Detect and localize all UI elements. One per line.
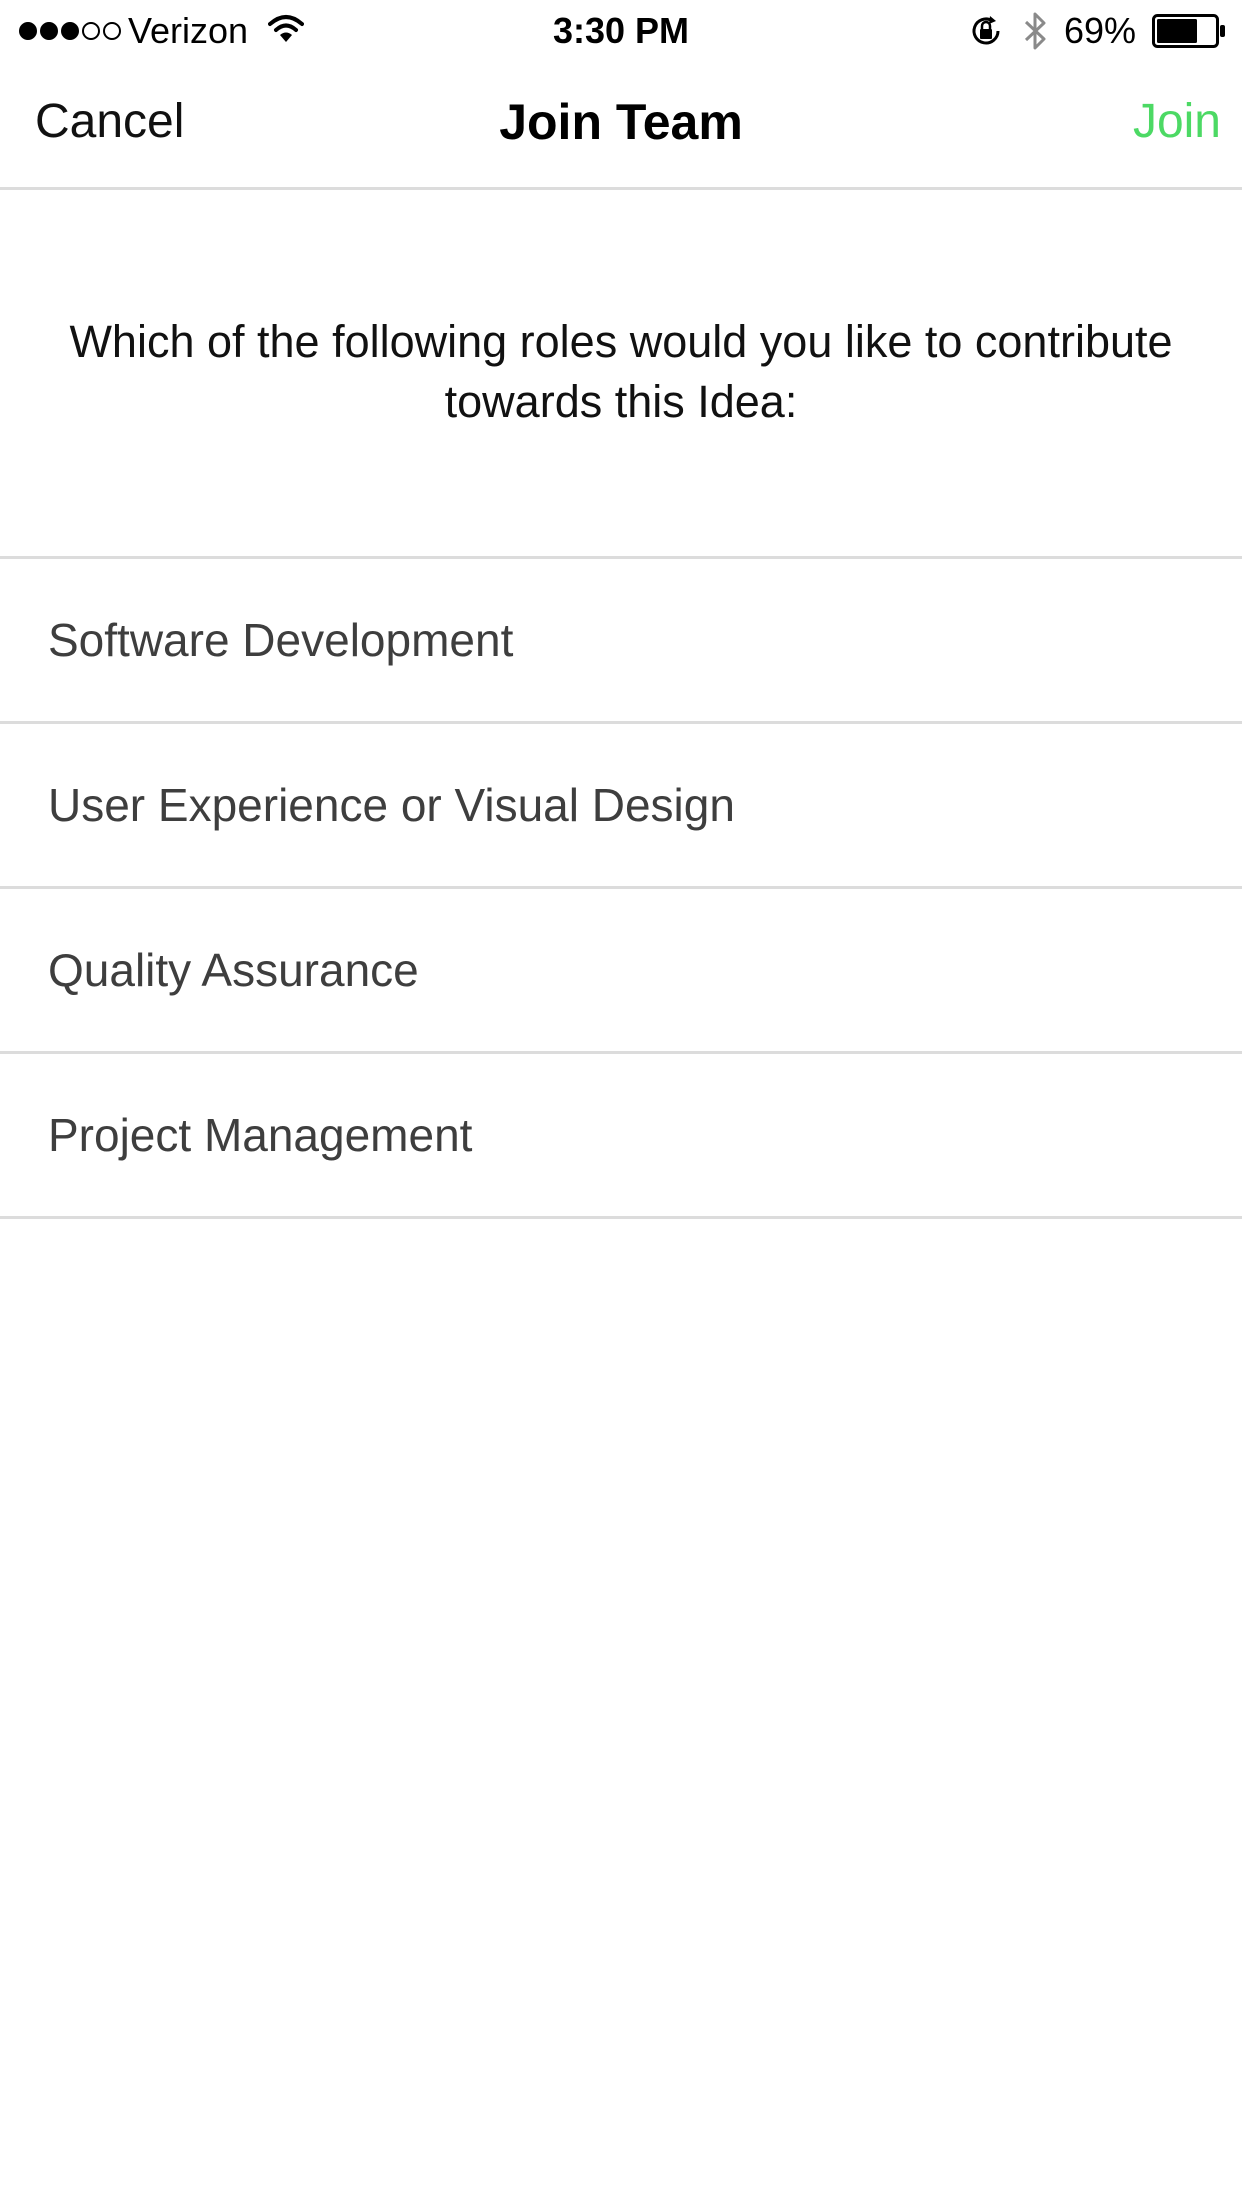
role-item-ux-visual-design[interactable]: User Experience or Visual Design — [0, 724, 1242, 889]
role-prompt: Which of the following roles would you l… — [69, 316, 1173, 427]
rotation-lock-icon — [972, 16, 1000, 45]
battery-percent: 69% — [1064, 10, 1137, 51]
role-label: Quality Assurance — [48, 944, 419, 996]
battery-icon — [1152, 14, 1225, 48]
status-time: 3:30 PM — [552, 10, 690, 51]
join-button[interactable]: Join — [1133, 92, 1221, 152]
role-item-project-management[interactable]: Project Management — [0, 1054, 1242, 1219]
role-item-quality-assurance[interactable]: Quality Assurance — [0, 889, 1242, 1054]
page-title: Join Team — [499, 94, 743, 150]
navigation-bar: Cancel Join Team Join — [0, 62, 1242, 190]
bluetooth-icon — [1024, 12, 1046, 50]
role-item-software-development[interactable]: Software Development — [0, 559, 1242, 724]
role-label: Project Management — [48, 1109, 473, 1161]
status-bar: Verizon 3:30 PM 69% — [0, 0, 1242, 62]
cancel-button[interactable]: Cancel — [35, 92, 184, 152]
role-label: Software Development — [48, 614, 514, 666]
role-label: User Experience or Visual Design — [48, 779, 735, 831]
role-list: Software Development User Experience or … — [0, 556, 1242, 1219]
